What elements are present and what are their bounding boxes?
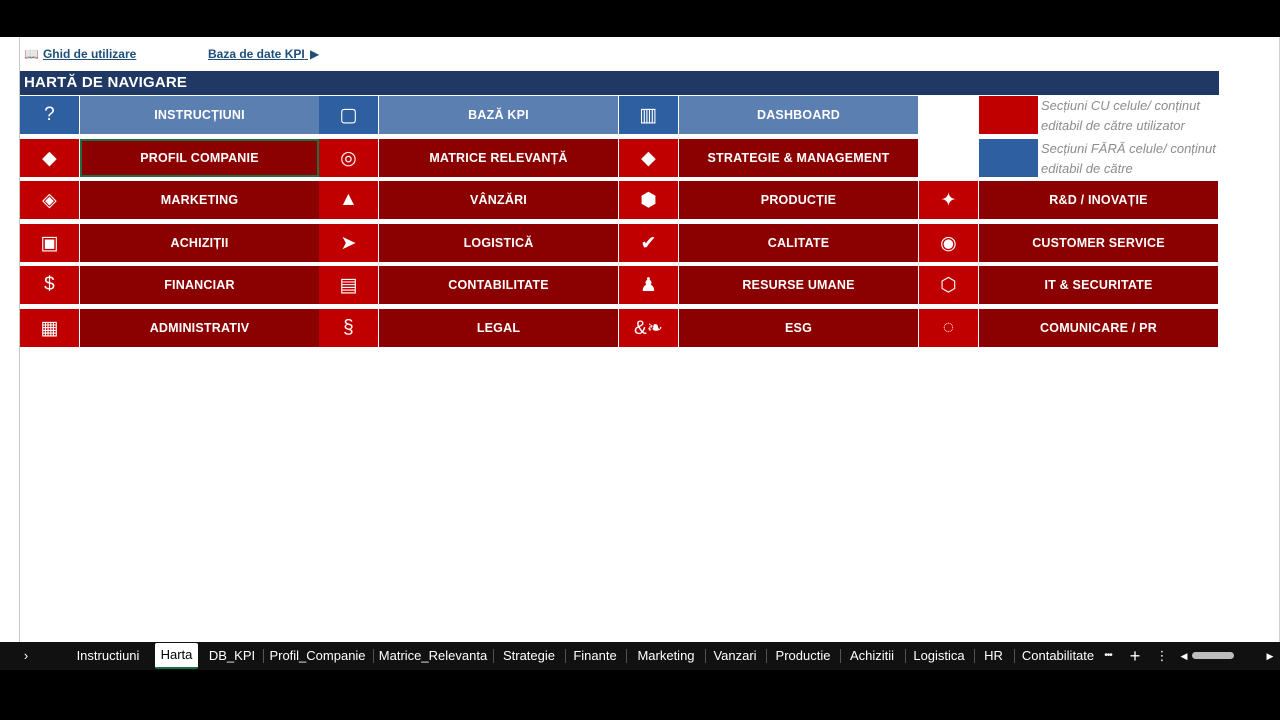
checkmark-icon[interactable]: ✔ (619, 224, 678, 262)
kpi-database-link-label: Baza de date KPI (208, 47, 305, 61)
nav-button-profil-companie[interactable]: PROFIL COMPANIE (80, 139, 319, 177)
four-point-star-icon[interactable]: ✦ (919, 181, 978, 219)
dotted-circle-icon[interactable]: ◌ (919, 309, 978, 347)
tab-separator (1014, 649, 1015, 663)
sheet-options-icon[interactable]: ⋮ (1154, 642, 1170, 670)
horizontal-scrollbar-thumb[interactable] (1192, 652, 1234, 659)
sheet-tab-hr[interactable]: HR (975, 642, 1012, 670)
diamond-half-icon[interactable]: ◆ (20, 139, 79, 177)
triangle-icon[interactable]: ▲ (319, 181, 378, 219)
nav-button-customer-service[interactable]: CUSTOMER SERVICE (979, 224, 1218, 262)
section-sign-icon[interactable]: § (319, 309, 378, 347)
tab-scroll-right-icon[interactable]: › (18, 642, 34, 670)
nav-button-instrucțiuni[interactable]: INSTRUCȚIUNI (80, 96, 319, 134)
scroll-left-icon[interactable]: ◀ (1178, 642, 1190, 670)
tab-separator (565, 649, 566, 663)
tab-separator (263, 649, 264, 663)
list-lines-icon[interactable]: ▤ (319, 266, 378, 304)
sheet-tab-instructiuni[interactable]: Instructiuni (68, 642, 148, 670)
legend-swatch-editable (979, 96, 1038, 134)
scroll-right-icon[interactable]: ▶ (1264, 642, 1276, 670)
diamond-icon[interactable]: ◆ (619, 139, 678, 177)
circle-dot-icon[interactable]: ◉ (919, 224, 978, 262)
nav-button-dashboard[interactable]: DASHBOARD (679, 96, 918, 134)
legend-text-non-editable: Secțiuni FĂRĂ celule/ conținut editabil … (1041, 141, 1216, 176)
nav-button-marketing[interactable]: MARKETING (80, 181, 319, 219)
hexagon-outline-icon[interactable]: ⬡ (919, 266, 978, 304)
play-arrow-icon: ▶ (310, 47, 320, 61)
nav-button-matrice-relevanță[interactable]: MATRICE RELEVANȚĂ (379, 139, 618, 177)
nav-button-contabilitate[interactable]: CONTABILITATE (379, 266, 618, 304)
hexagon-icon[interactable]: ⬢ (619, 181, 678, 219)
sheet-tab-marketing[interactable]: Marketing (627, 642, 705, 670)
tab-separator (974, 649, 975, 663)
sheet-tab-finante[interactable]: Finante (566, 642, 624, 670)
book-icon: 📖 (24, 47, 39, 61)
question-icon[interactable]: ? (20, 96, 79, 134)
dollar-icon[interactable]: $ (20, 266, 79, 304)
more-tabs-icon[interactable]: ••• (1098, 642, 1118, 670)
legend-text-editable: Secțiuni CU celule/ conținut editabil de… (1041, 98, 1200, 133)
diamond-outline-icon[interactable]: ◈ (20, 181, 79, 219)
sheet-tab-db-kpi[interactable]: DB_KPI (203, 642, 261, 670)
square-in-square-icon[interactable]: ▣ (20, 224, 79, 262)
nav-button-vânzări[interactable]: VÂNZĂRI (379, 181, 618, 219)
nav-button-financiar[interactable]: FINANCIAR (80, 266, 319, 304)
legend-swatch-non-editable (979, 139, 1038, 177)
sheet-tab-strategie[interactable]: Strategie (494, 642, 564, 670)
square-outline-icon[interactable]: ▢ (319, 96, 378, 134)
nav-button-comunicare-pr[interactable]: COMUNICARE / PR (979, 309, 1218, 347)
kpi-database-link[interactable]: Baza de date KPI ▶ (208, 47, 323, 61)
worksheet[interactable]: 📖 Ghid de utilizare Baza de date KPI ▶ HA… (0, 37, 1280, 642)
pawn-icon[interactable]: ♟ (619, 266, 678, 304)
tab-separator (840, 649, 841, 663)
sheet-tab-productie[interactable]: Productie (767, 642, 839, 670)
target-icon[interactable]: ◎ (319, 139, 378, 177)
nav-button-resurse-umane[interactable]: RESURSE UMANE (679, 266, 918, 304)
navigation-map-title: HARTĂ DE NAVIGARE (20, 71, 1219, 95)
tab-separator (626, 649, 627, 663)
sheet-tab-harta[interactable]: Harta (155, 643, 198, 669)
nav-button-r-d-inovație[interactable]: R&D / INOVAȚIE (979, 181, 1218, 219)
tab-separator (766, 649, 767, 663)
sheet-tab-matrice-relevanta[interactable]: Matrice_Relevanta (374, 642, 492, 670)
tab-separator (905, 649, 906, 663)
sheet-tab-contabilitate[interactable]: Contabilitate (1015, 642, 1101, 670)
nav-button-logistică[interactable]: LOGISTICĂ (379, 224, 618, 262)
sheet-tab-vanzari[interactable]: Vanzari (706, 642, 764, 670)
nav-button-it-securitate[interactable]: IT & SECURITATE (979, 266, 1218, 304)
nav-button-bază-kpi[interactable]: BAZĂ KPI (379, 96, 618, 134)
sheet-tab-logistica[interactable]: Logistica (906, 642, 972, 670)
nav-button-calitate[interactable]: CALITATE (679, 224, 918, 262)
sheet-tab-achizitii[interactable]: Achizitii (841, 642, 903, 670)
barcode-icon[interactable]: ▥ (619, 96, 678, 134)
tab-separator (493, 649, 494, 663)
nav-button-strategie-management[interactable]: STRATEGIE & MANAGEMENT (679, 139, 918, 177)
grid-icon[interactable]: ▦ (20, 309, 79, 347)
sheet-tab-profil-companie[interactable]: Profil_Companie (264, 642, 371, 670)
leaf-ampersand-icon[interactable]: &❧ (619, 309, 678, 347)
tab-separator (705, 649, 706, 663)
guide-link-label: Ghid de utilizare (42, 47, 137, 61)
arrow-right-icon[interactable]: ➤ (319, 224, 378, 262)
sheet-tab-bar: › Instructiuni Harta DB_KPI Profil_Companie… (0, 642, 1280, 670)
nav-button-administrativ[interactable]: ADMINISTRATIV (80, 309, 319, 347)
nav-button-producție[interactable]: PRODUCȚIE (679, 181, 918, 219)
add-sheet-icon[interactable]: + (1126, 642, 1144, 670)
nav-button-legal[interactable]: LEGAL (379, 309, 618, 347)
nav-button-esg[interactable]: ESG (679, 309, 918, 347)
tab-separator (373, 649, 374, 663)
guide-link[interactable]: 📖 Ghid de utilizare (24, 47, 136, 61)
nav-button-achiziții[interactable]: ACHIZIȚII (80, 224, 319, 262)
